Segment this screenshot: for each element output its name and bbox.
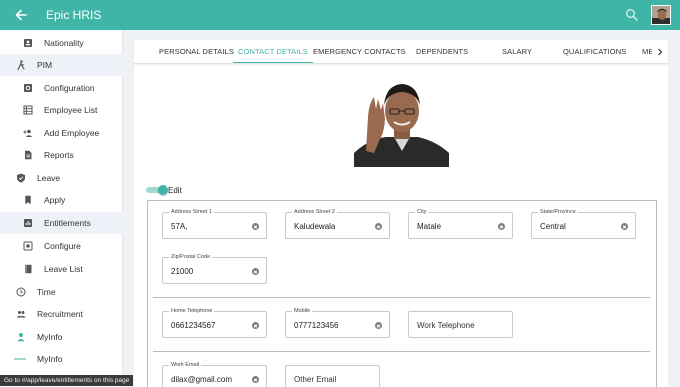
home-telephone-field[interactable]: Home Telephone 0661234567	[162, 308, 267, 338]
sidebar-item-label: Time	[37, 287, 56, 297]
sidebar: Nationality PIM Configuration Employee L…	[0, 30, 123, 387]
people-icon	[16, 309, 26, 319]
profile-photo[interactable]	[354, 73, 449, 167]
badge-icon	[23, 38, 33, 48]
field-value: 57A,	[171, 222, 188, 231]
mobile-field[interactable]: Mobile 0777123456	[285, 308, 390, 338]
work-telephone-field[interactable]: Work Telephone	[408, 311, 513, 338]
settings-box-icon	[23, 241, 33, 251]
sidebar-item-label: PIM	[37, 60, 53, 70]
field-value: 0661234567	[171, 321, 216, 330]
sidebar-item-label: Reports	[44, 150, 74, 160]
sidebar-item-leave-list[interactable]: Leave List	[0, 258, 123, 280]
sidebar-item-time[interactable]: Time	[0, 281, 123, 303]
tab-dependents[interactable]: DEPENDENTS	[416, 40, 468, 63]
section-divider	[153, 351, 650, 352]
field-value: Kaludewala	[294, 222, 336, 231]
clear-icon[interactable]	[498, 223, 505, 230]
list-icon	[23, 105, 33, 115]
person-add-icon	[23, 128, 33, 138]
other-email-field[interactable]: Other Email	[285, 365, 380, 387]
sidebar-item-pim[interactable]: PIM	[0, 54, 123, 76]
tab-contact-details[interactable]: CONTACT DETAILS	[233, 40, 313, 63]
state-province-field[interactable]: State/Province Central	[531, 209, 636, 239]
sidebar-item-configure[interactable]: Configure	[0, 235, 123, 257]
back-arrow-icon[interactable]	[10, 4, 32, 26]
person-icon	[16, 332, 26, 342]
section-divider	[153, 297, 650, 298]
tab-personal-details[interactable]: PERSONAL DETAILS	[159, 40, 234, 63]
sidebar-item-label: MyInfo	[37, 354, 63, 364]
sidebar-item-employee-list[interactable]: Employee List	[0, 99, 123, 121]
address-street-1-field[interactable]: Address Street 1 57A,	[162, 209, 267, 239]
sidebar-item-configuration[interactable]: Configuration	[0, 77, 123, 99]
bookmark-icon	[23, 195, 33, 205]
sidebar-item-label: Add Employee	[44, 128, 100, 138]
edit-toggle[interactable]	[146, 185, 168, 195]
sidebar-item-label: Nationality	[44, 38, 84, 48]
sidebar-item-label: Leave List	[44, 264, 83, 274]
field-value: Central	[540, 222, 566, 231]
sidebar-item-leave[interactable]: Leave	[0, 167, 123, 189]
zip-postal-code-field[interactable]: Zip/Postal Code 21000	[162, 254, 267, 284]
work-email-field[interactable]: Work Email dilax@gmail.com	[162, 362, 267, 387]
sidebar-item-label: Leave	[37, 173, 61, 183]
chevron-right-icon[interactable]	[652, 41, 668, 63]
app-title: Epic HRIS	[46, 8, 102, 22]
sidebar-item-label: Employee List	[44, 105, 98, 115]
sidebar-item-label: Entitlements	[44, 218, 91, 228]
profile-tabs: PERSONAL DETAILS CONTACT DETAILS EMERGEN…	[134, 40, 668, 64]
toggle-knob	[158, 185, 168, 195]
sidebar-item-label: Recruitment	[37, 309, 83, 319]
city-field[interactable]: City Matale	[408, 209, 513, 239]
tab-emergency-contacts[interactable]: EMERGENCY CONTACTS	[313, 40, 406, 63]
sidebar-item-label: Apply	[44, 195, 66, 205]
sidebar-item-reports[interactable]: Reports	[0, 144, 123, 166]
clear-icon[interactable]	[375, 322, 382, 329]
sidebar-item-label: Configuration	[44, 83, 95, 93]
person-walk-icon	[16, 60, 26, 70]
field-value: dilax@gmail.com	[171, 375, 233, 384]
sidebar-item-add-employee[interactable]: Add Employee	[0, 122, 123, 144]
clear-icon[interactable]	[252, 268, 259, 275]
sidebar-item-nationality[interactable]: Nationality	[0, 32, 123, 54]
search-icon[interactable]	[625, 8, 639, 22]
user-avatar[interactable]	[651, 5, 671, 25]
sidebar-item-myinfo[interactable]: MyInfo	[0, 326, 123, 348]
field-value: 0777123456	[294, 321, 339, 330]
sidebar-item-apply[interactable]: Apply	[0, 189, 123, 211]
field-placeholder: Work Telephone	[417, 321, 475, 330]
sidebar-item-myinfo-sub[interactable]: MyInfo	[0, 348, 123, 370]
tab-salary[interactable]: SALARY	[502, 40, 532, 63]
sidebar-item-recruitment[interactable]: Recruitment	[0, 303, 123, 325]
field-value: 21000	[171, 267, 194, 276]
tab-qualifications[interactable]: QUALIFICATIONS	[563, 40, 626, 63]
clear-icon[interactable]	[375, 223, 382, 230]
clear-icon[interactable]	[252, 322, 259, 329]
sidebar-item-label: Configure	[44, 241, 81, 251]
sidebar-item-label: MyInfo	[37, 332, 63, 342]
bar-chart-icon	[23, 218, 33, 228]
field-value: Matale	[417, 222, 442, 231]
clear-icon[interactable]	[621, 223, 628, 230]
dash-icon	[14, 354, 26, 364]
app-header: Epic HRIS	[0, 0, 680, 30]
shield-check-icon	[16, 173, 26, 183]
clear-icon[interactable]	[252, 223, 259, 230]
sidebar-item-entitlements[interactable]: Entitlements	[0, 212, 123, 234]
book-icon	[23, 264, 33, 274]
clock-icon	[16, 287, 26, 297]
field-placeholder: Other Email	[294, 375, 337, 384]
settings-box-icon	[23, 83, 33, 93]
address-street-2-field[interactable]: Address Street 2 Kaludewala	[285, 209, 390, 239]
edit-toggle-label: Edit	[168, 186, 182, 195]
clear-icon[interactable]	[252, 376, 259, 383]
status-bar-link-preview: Go to #/app/leave/entitlements on this p…	[0, 375, 134, 386]
document-icon	[23, 150, 33, 160]
